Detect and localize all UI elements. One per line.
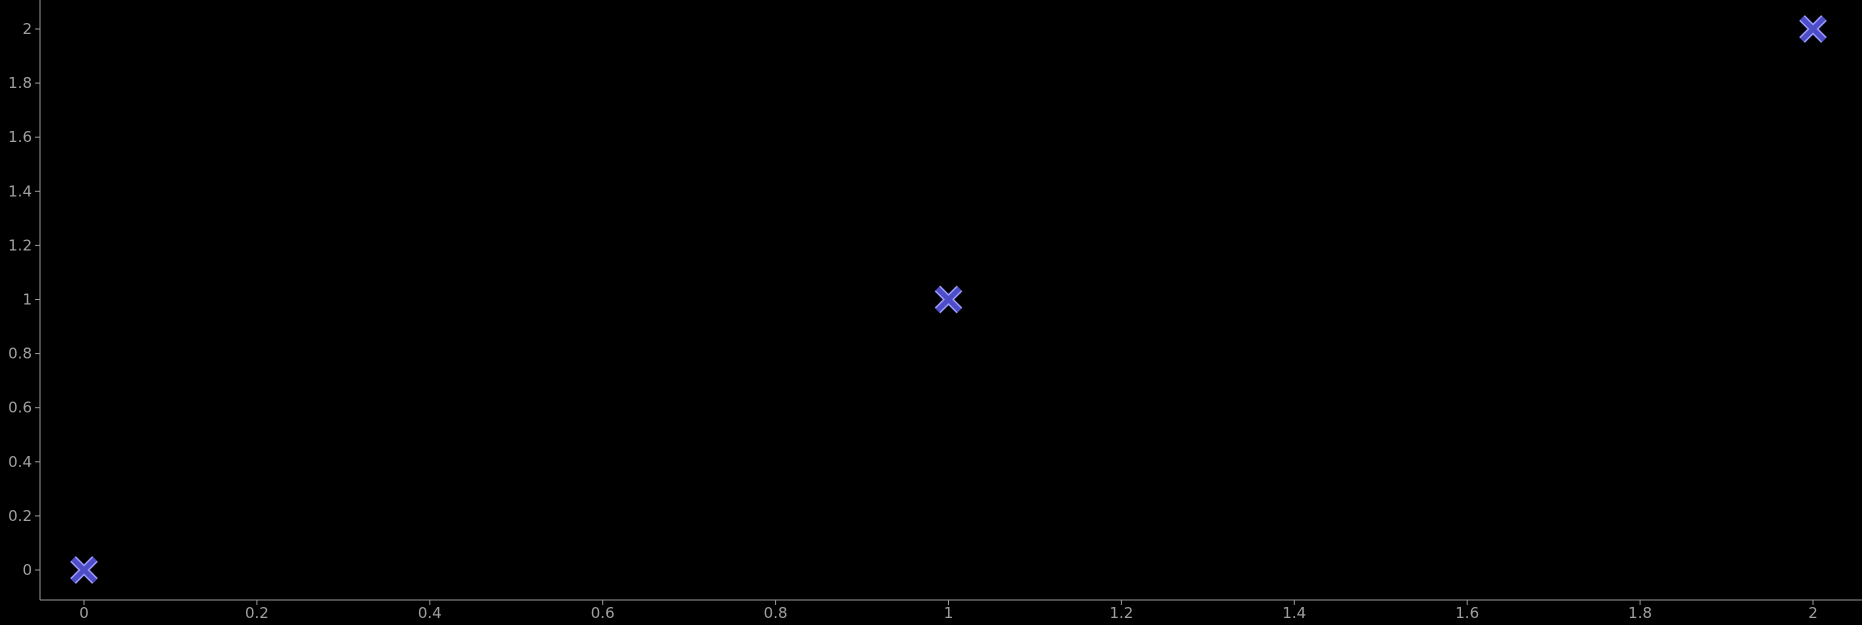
x-tick-label: 0.6	[591, 604, 615, 620]
x-tick-label: 1	[944, 604, 954, 620]
y-tick-label: 1	[22, 291, 32, 309]
y-tick-label: 0.6	[8, 399, 32, 417]
x-tick-label: 1.6	[1455, 604, 1479, 620]
chart-canvas: 0 0.2 0.4 0.6 0.8 1 1.2 1.4 1.6 1.8 2 0 0.2 0.4 0.6 0.8…	[0, 0, 1862, 622]
scatter-chart: 0 0.2 0.4 0.6 0.8 1 1.2 1.4 1.6 1.8 2 0 0.2 0.4 0.6 0.8…	[8, 0, 1862, 622]
y-tick-label: 1.4	[8, 182, 32, 200]
data-points	[70, 15, 1827, 584]
x-tick-label: 1.4	[1282, 604, 1306, 620]
y-tick-label: 1.8	[8, 74, 32, 92]
y-tick-label: 1.2	[8, 236, 32, 254]
x-tick-label: 0	[79, 604, 89, 620]
y-tick-label: 2	[22, 20, 32, 38]
data-point-x-marker	[70, 556, 98, 584]
y-tick-label: 0.2	[8, 507, 32, 525]
x-tick-label: 0.8	[764, 604, 788, 620]
y-tick-label: 0.4	[8, 453, 32, 471]
y-tick-label: 1.6	[8, 128, 32, 146]
data-point-x-marker	[1799, 15, 1827, 43]
ticks: 0 0.2 0.4 0.6 0.8 1 1.2 1.4 1.6 1.8 2 0 0.2 0.4 0.6 0.8…	[8, 20, 1818, 622]
x-tick-label: 0.2	[245, 604, 269, 620]
y-tick-label: 0.8	[8, 345, 32, 363]
x-tick-label: 2	[1808, 604, 1818, 620]
x-tick-label: 1.8	[1628, 604, 1652, 620]
y-tick-label: 0	[22, 561, 32, 579]
x-tick-label: 0.4	[418, 604, 442, 620]
data-point-x-marker	[934, 285, 963, 314]
x-tick-label: 1.2	[1109, 604, 1133, 620]
